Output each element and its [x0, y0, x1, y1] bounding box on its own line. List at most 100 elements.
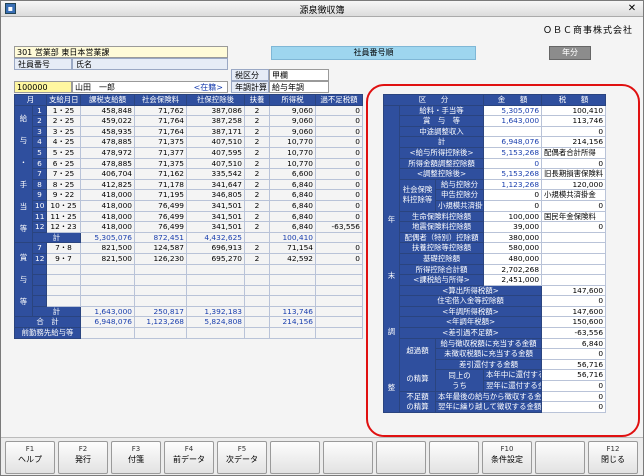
table-cell [46, 295, 81, 307]
table-row[interactable]: 生命保険料控除額 100,000 国民年金保険料 [384, 210, 607, 223]
table-row[interactable]: 不足額 の精算 本年最後の給与から徴収する金額 0 [384, 390, 607, 413]
fkey-f2[interactable]: F2 発行 [58, 441, 108, 474]
fkey-f5[interactable]: F5 次データ [217, 441, 267, 474]
table-row[interactable]: <給与所得控除後> 5,153,268 配偶者合計所得 [384, 146, 607, 159]
table-cell [134, 274, 187, 286]
table-row[interactable]: 賞 与 等 1,643,000 113,746 [384, 115, 607, 127]
close-icon[interactable]: ✕ [625, 2, 639, 15]
table-cell: 71,195 [134, 189, 187, 201]
table-cell [32, 274, 47, 286]
previous-employer-row[interactable]: 前勤務先給与等 [14, 327, 363, 339]
table-cell [315, 327, 363, 339]
table-cell: 821,500 [80, 252, 135, 265]
table-row[interactable]: 所得金額調整控除額 0 0 [384, 157, 607, 170]
table-row[interactable]: <差引過不足額> -63,556 [384, 327, 607, 339]
employee-no-input[interactable]: 100000 [14, 81, 72, 93]
table-row[interactable] [15, 284, 363, 297]
employee-name: 山田 一郎 [75, 83, 115, 92]
table-cell [32, 295, 47, 307]
table-row[interactable]: <課税給与所得> 2,451,000 [384, 274, 607, 286]
table-row[interactable]: 配偶者（特別）控除額 380,000 [384, 231, 607, 244]
row-tax: 0 [541, 380, 607, 392]
table-cell: 6,840 [269, 199, 316, 212]
table-cell: 5,824,808 [186, 316, 245, 329]
table-cell: 214,156 [269, 316, 316, 329]
fkey-blank[interactable] [323, 441, 373, 474]
row-label: 未徴収税額に充当する金額 [434, 348, 543, 360]
table-row[interactable]: 計 6,948,076 214,156 [384, 136, 607, 148]
table-cell: 0 [315, 178, 363, 191]
row-tax: 配偶者合計所得 [541, 146, 607, 159]
row-label: <年調所得税額> [398, 305, 543, 318]
row-tax: 0 [541, 157, 607, 170]
fkey-f10[interactable]: F10 条件設定 [482, 441, 532, 474]
fkey-blank[interactable] [270, 441, 320, 474]
table-row[interactable]: 給与・手当等 1 1・25 458,848 71,762 387,086 2 9,060 0 [14, 104, 363, 244]
fkey-number: F3 [131, 445, 141, 453]
table-row[interactable]: 3 3・25 458,935 71,764 387,171 2 9,060 0 [15, 125, 363, 138]
table-row[interactable]: 所得控除合計額 2,702,268 [384, 263, 607, 276]
table-row[interactable]: 基礎控除額 480,000 [384, 252, 607, 265]
previous-employer-label: 前勤務先給与等 [14, 327, 81, 339]
row-label: 給与徴収税額に充当する金額 [434, 337, 543, 350]
table-row[interactable]: 中途調整収入 0 [384, 125, 607, 138]
table-row[interactable]: 9 9・22 418,000 71,195 346,805 2 6,840 0 [15, 189, 363, 201]
table-row[interactable]: 12 12・23 418,000 76,499 341,501 2 6,840 -63,556 [15, 221, 363, 233]
row-amount: 6,948,076 [483, 136, 543, 148]
row-tax: 0 [541, 295, 607, 307]
fkey-f12[interactable]: F12 閉じる [588, 441, 638, 474]
fkey-blank[interactable] [429, 441, 479, 474]
col-amount: 金 額 [483, 94, 543, 106]
table-cell: 0 [315, 252, 363, 265]
table-row[interactable]: 5 5・25 478,972 71,377 407,595 2 10,770 0 [15, 146, 363, 159]
table-cell [80, 274, 135, 286]
fkey-f4[interactable]: F4 前データ [164, 441, 214, 474]
fkey-blank[interactable] [535, 441, 585, 474]
table-row[interactable]: 11 11・25 418,000 76,499 341,501 2 6,840 0 [15, 210, 363, 223]
table-row[interactable]: <調整控除後> 5,153,268 旧長期損害保険料 [384, 168, 607, 180]
row-label: <年調年税額> [398, 316, 543, 329]
row-tax: 0 [541, 390, 607, 403]
table-row[interactable]: 扶養控除等控除額 580,000 [384, 242, 607, 254]
table-row[interactable]: 10 10・25 418,000 76,499 341,501 2 6,840 0 [15, 199, 363, 212]
sort-order-button[interactable]: 社員番号順 [271, 46, 476, 60]
table-cell [315, 316, 363, 329]
fkey-f1[interactable]: F1 ヘルプ [5, 441, 55, 474]
table-row[interactable]: 12 9・7 821,500 126,230 695,270 2 42,592 0 [15, 252, 363, 265]
table-row[interactable]: 住宅借入金等控除額 0 [384, 295, 607, 307]
table-row[interactable]: <算出所得税額> 147,600 [384, 284, 607, 297]
row-amount: 5,153,268 [483, 146, 543, 159]
fkey-number: F2 [78, 445, 88, 453]
table-row[interactable]: 地震保険料控除額 39,000 0 [384, 221, 607, 233]
table-row[interactable]: 社会保険料控除等 給与控除分 1,123,268 120,000 [384, 178, 607, 212]
table-row[interactable]: <年調年税額> 150,600 [384, 316, 607, 329]
table-row[interactable]: 2 2・25 459,022 71,764 387,258 2 9,060 0 [15, 115, 363, 127]
fkey-f3[interactable]: F3 付箋 [111, 441, 161, 474]
row-tax: 0 [541, 125, 607, 138]
table-row[interactable] [15, 295, 363, 307]
table-row[interactable]: 8 8・25 412,825 71,178 341,647 2 6,840 0 [15, 178, 363, 191]
table-cell: 11 [32, 210, 47, 223]
table-cell: 0 [315, 125, 363, 138]
table-row[interactable] [15, 263, 363, 276]
table-cell [186, 284, 245, 297]
social-insurance-label: 社会保険料控除等 [399, 178, 436, 212]
row-label: 所得控除合計額 [398, 263, 485, 276]
row-label: 住宅借入金等控除額 [398, 295, 543, 307]
year-button[interactable]: 年分 [549, 46, 591, 60]
table-row[interactable]: 4 4・25 478,885 71,375 407,510 2 10,770 0 [15, 136, 363, 148]
row-tax: 56,716 [541, 369, 607, 382]
table-row[interactable]: 7 7・25 406,704 71,162 335,542 2 6,600 0 [15, 168, 363, 180]
table-row[interactable]: 6 6・25 478,885 71,375 407,510 2 10,770 0 [15, 157, 363, 170]
row-tax [541, 274, 607, 286]
fkey-label: 発行 [75, 455, 91, 464]
row-label: <課税給与所得> [398, 274, 485, 286]
table-row[interactable]: 超過額 の精算 給与徴収税額に充当する金額 6,840 [384, 337, 607, 392]
table-row[interactable]: <年調所得税額> 147,600 [384, 305, 607, 318]
table-row[interactable]: 賞与等 7 7・8 821,500 124,587 696,913 2 71,154 0 [14, 242, 363, 318]
table-row[interactable] [15, 274, 363, 286]
table-cell [244, 274, 270, 286]
table-row[interactable]: 年末調整給料・手当等 5,305,076 100,410 [383, 104, 607, 413]
fkey-blank[interactable] [376, 441, 426, 474]
col-month: 月 [14, 94, 47, 106]
